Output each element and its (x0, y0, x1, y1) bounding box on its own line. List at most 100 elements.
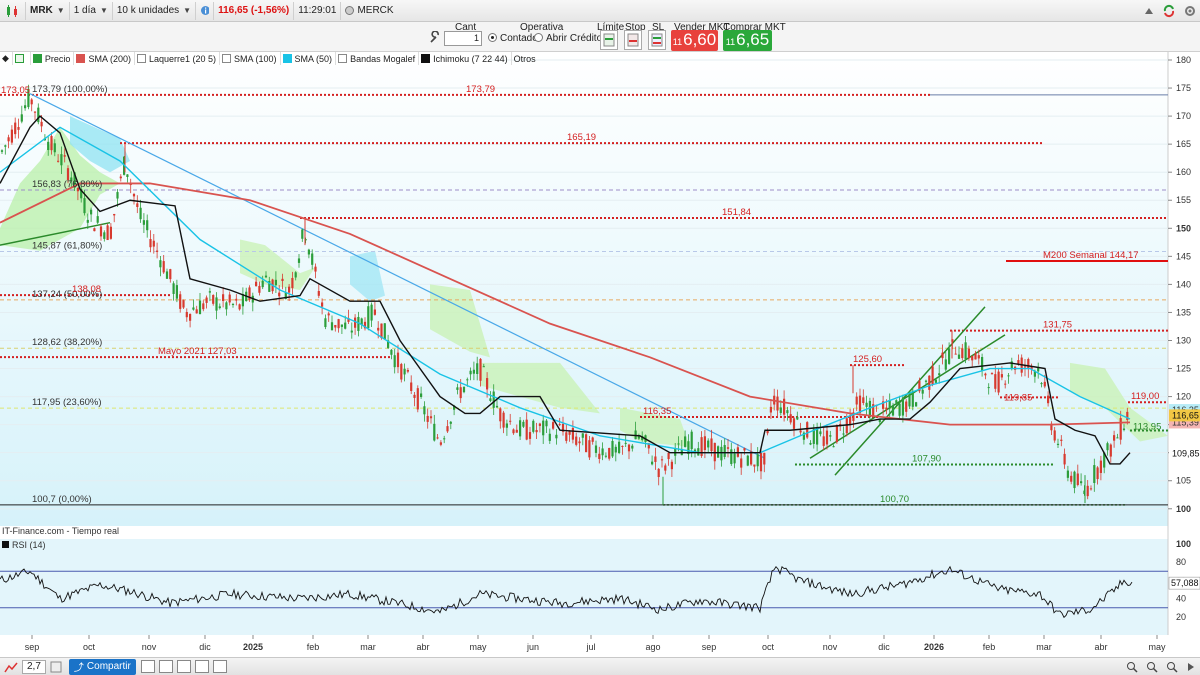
candle-body (99, 226, 103, 237)
top-toolbar: MRK ▼ 1 día ▼ 10 k unidades ▼ 116,65 (-1,56… (0, 0, 1200, 22)
contado-radio[interactable]: Contado (488, 33, 538, 44)
price-tick-label: 135 (1176, 307, 1191, 317)
candle-body (717, 446, 720, 458)
legend-laquerre[interactable]: Laquerre1 (20 5) (135, 52, 221, 65)
candle-body (657, 468, 660, 478)
legend-add[interactable] (13, 52, 31, 65)
abrir-credito-radio[interactable]: Abrir Crédito (534, 33, 602, 44)
candle-body (314, 266, 317, 272)
candle-body (670, 461, 673, 470)
candle-body (915, 402, 918, 407)
candle-body (789, 414, 792, 423)
rsi-tick-label: 20 (1176, 612, 1186, 622)
legend-bandas[interactable]: Bandas Mogalef (336, 52, 420, 65)
legend-otros-label: Otros (513, 53, 536, 64)
candle-body (119, 176, 122, 179)
refresh-icon[interactable] (1158, 2, 1180, 20)
candle-body (1040, 383, 1043, 385)
legend-ichimoku[interactable]: Ichimoku (7 22 44) (419, 52, 512, 65)
zoom-fit-icon[interactable] (1162, 659, 1182, 675)
tool-icon-5[interactable] (212, 660, 227, 673)
settings-icon[interactable] (1180, 2, 1200, 20)
candle-body (591, 437, 594, 442)
candle-body (406, 369, 409, 372)
candle-body (756, 454, 759, 467)
candle-body (426, 415, 429, 422)
tool-icon-3[interactable] (176, 660, 191, 673)
candle-body (10, 129, 13, 143)
ichimoku-swatch-icon (421, 54, 431, 63)
radio-icon (534, 33, 543, 42)
candle-body (743, 448, 746, 451)
share-label: Compartir (86, 661, 131, 672)
sl-order-button[interactable] (648, 30, 666, 50)
zoom-out-icon[interactable] (1142, 659, 1162, 675)
limit-order-button[interactable] (600, 30, 618, 50)
label-165-19: 165,19 (567, 132, 596, 143)
units-selector[interactable]: 10 k unidades ▼ (113, 1, 197, 20)
zoom-text: 2,7 (27, 661, 41, 672)
candle-body (677, 443, 680, 445)
label-131-75: 131,75 (1043, 320, 1072, 331)
label-113-95: 113,95 (1133, 422, 1161, 433)
units-label: 10 k unidades (116, 5, 180, 16)
sell-price: 6,60 (683, 30, 717, 49)
time-tick-label: nov (142, 642, 157, 652)
legend-precio[interactable]: Precio (31, 52, 75, 65)
candle-body (469, 370, 472, 375)
candle-body (924, 380, 928, 382)
sell-market-button[interactable]: 11 6,60 (671, 30, 718, 51)
candle-body (908, 393, 911, 407)
info-icon[interactable] (196, 1, 215, 20)
wrench-icon[interactable] (428, 24, 442, 48)
candle-body (822, 436, 825, 446)
cursor-icon[interactable] (0, 659, 22, 675)
candle-body (1122, 428, 1126, 431)
drawing-tool-icon[interactable] (46, 659, 66, 675)
candle-body (429, 416, 433, 419)
tool-icon-1[interactable] (140, 660, 155, 673)
legend-sma200[interactable]: SMA (200) (74, 52, 135, 65)
price-chart[interactable]: 173,79 (100,00%) 156,83 (76,80%) 145,87 (6… (0, 52, 1200, 657)
contado-label: Contado (500, 33, 538, 44)
scroll-right-icon[interactable] (1182, 659, 1200, 675)
candle-body (723, 445, 726, 457)
share-button[interactable]: ⤴ Compartir (68, 658, 136, 675)
candle-body (198, 300, 202, 315)
chart-type-icon[interactable] (0, 1, 26, 20)
candle-body (291, 277, 294, 289)
zoom-in-icon[interactable] (1122, 659, 1142, 675)
candle-body (528, 432, 532, 439)
price-tick-label: 150 (1176, 223, 1191, 233)
rsi-tick-label: 80 (1176, 557, 1186, 567)
tool-icon-2[interactable] (158, 660, 173, 673)
legend-otros[interactable]: Otros (512, 52, 539, 65)
candle-body (651, 461, 654, 465)
fib-level-label: 145,87 (61,80%) (32, 240, 102, 251)
tool-icon-4[interactable] (194, 660, 209, 673)
candle-body (86, 219, 89, 223)
scroll-up-icon[interactable] (1140, 2, 1158, 20)
timeframe-selector[interactable]: 1 día ▼ (70, 1, 113, 20)
chart-area[interactable]: 173,79 (100,00%) 156,83 (76,80%) 145,87 (6… (0, 52, 1200, 657)
candle-body (4, 145, 7, 147)
candle-body (1109, 444, 1112, 457)
candle-body (829, 435, 832, 437)
candle-body (941, 352, 944, 359)
legend-config[interactable]: ◆ (0, 52, 13, 65)
candle-body (783, 398, 786, 415)
candle-body (205, 297, 208, 303)
candle-body (192, 307, 195, 310)
candle-body (208, 291, 211, 293)
candle-body (1066, 470, 1069, 478)
quantity-input[interactable]: 1 (444, 31, 482, 46)
legend-sma50[interactable]: SMA (50) (281, 52, 337, 65)
legend-sma100[interactable]: SMA (100) (220, 52, 281, 65)
candle-body (627, 444, 631, 452)
symbol-selector[interactable]: MRK ▼ (26, 1, 70, 20)
stop-order-button[interactable] (624, 30, 642, 50)
candle-body (707, 440, 710, 448)
zoom-value[interactable]: 2,7 (22, 659, 46, 674)
buy-market-button[interactable]: 11 6,65 (723, 30, 772, 51)
candle-body (294, 272, 297, 278)
